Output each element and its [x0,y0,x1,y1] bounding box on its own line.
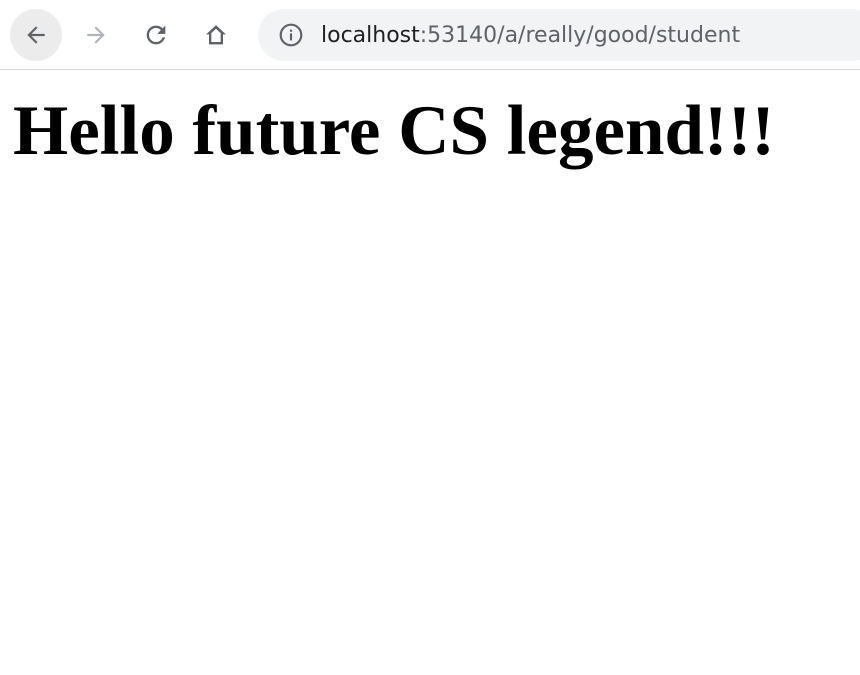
home-button[interactable] [190,9,242,61]
forward-button[interactable] [70,9,122,61]
info-icon[interactable] [278,22,304,48]
page-heading: Hello future CS legend!!! [13,92,775,170]
address-bar[interactable]: localhost:53140/a/really/good/student [258,9,860,61]
reload-button[interactable] [130,9,182,61]
browser-toolbar: localhost:53140/a/really/good/student [0,0,860,70]
url-path: :53140/a/really/good/student [419,22,741,48]
arrow-right-icon [83,22,109,48]
arrow-left-icon [23,22,49,48]
home-icon [202,21,230,49]
url-text[interactable]: localhost:53140/a/really/good/student [321,23,740,48]
url-host: localhost [321,22,420,48]
reload-icon [142,21,170,49]
back-button[interactable] [10,9,62,61]
page-content: Hello future CS legend!!! [0,92,860,170]
